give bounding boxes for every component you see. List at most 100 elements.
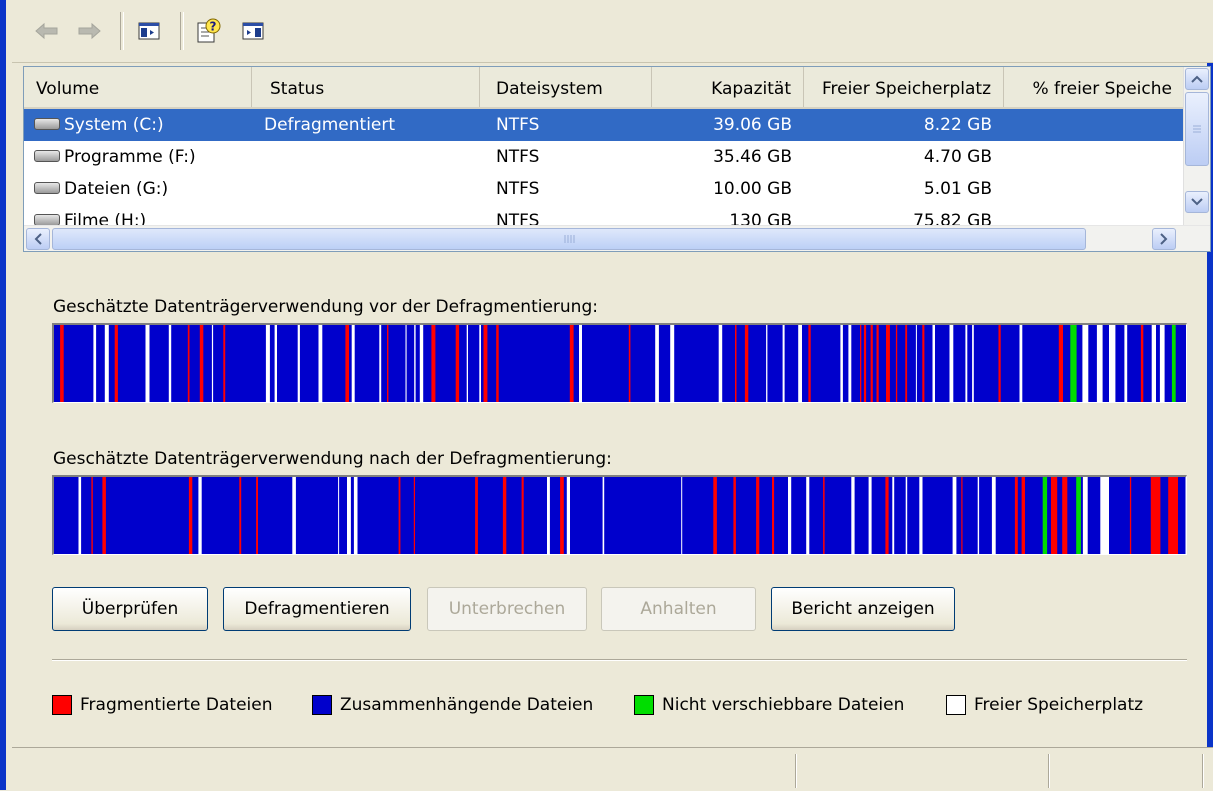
check-button[interactable]: Überprüfen: [52, 587, 208, 631]
volume-filesystem: NTFS: [496, 115, 540, 135]
free-space-stripe: [547, 477, 550, 554]
volume-row[interactable]: Dateien (G:) NTFS 10.00 GB 5.01 GB: [24, 173, 1184, 205]
free-space-stripe: [198, 477, 202, 554]
scroll-left-button[interactable]: [26, 228, 50, 250]
legend-contiguous: Zusammenhängende Dateien: [312, 693, 593, 717]
fragmented-stripe: [102, 477, 106, 554]
legend-unmovable: Nicht verschiebbare Dateien: [634, 693, 904, 717]
status-bar-divider: [1048, 754, 1050, 788]
defragment-button[interactable]: Defragmentieren: [223, 587, 411, 631]
fragmented-stripe: [628, 325, 631, 402]
fragmented-stripe: [187, 325, 190, 402]
fragmented-stripe: [713, 477, 717, 554]
free-space-stripe: [602, 477, 605, 554]
chevron-up-icon: [1191, 75, 1203, 83]
column-header-status[interactable]: Status: [252, 67, 480, 107]
unmovable-swatch: [634, 695, 654, 715]
free-space-stripe: [318, 325, 323, 402]
fragmented-stripe: [560, 477, 564, 554]
show-hide-action-pane-icon[interactable]: [238, 16, 268, 46]
svg-text:?: ?: [210, 20, 217, 34]
fragmented-stripe: [431, 325, 436, 402]
fragmented-stripe: [1150, 477, 1161, 554]
free-space-stripe: [965, 325, 968, 402]
free-space-stripe: [351, 325, 355, 402]
column-header-free-space[interactable]: Freier Speicherplatz: [804, 67, 1004, 107]
free-space-stripe: [972, 325, 974, 402]
show-report-button[interactable]: Bericht anzeigen: [771, 587, 955, 631]
fragmented-stripe: [863, 325, 867, 402]
volume-name-cell: Dateien (G:): [34, 173, 254, 205]
forward-arrow-icon[interactable]: [74, 16, 104, 46]
free-space-stripe: [297, 325, 300, 402]
free-space-stripe: [718, 325, 723, 402]
fragmented-stripe: [885, 477, 889, 554]
show-hide-console-tree-icon[interactable]: [134, 16, 164, 46]
fragmented-stripe: [60, 325, 64, 402]
status-bar: [12, 747, 1213, 791]
free-space-stripe: [211, 325, 214, 402]
fragmented-stripe: [1129, 477, 1132, 554]
volume-list[interactable]: Volume Status Dateisystem Kapazität Frei…: [23, 66, 1211, 252]
vertical-scroll-thumb[interactable]: [1185, 92, 1209, 166]
column-header-percent-free[interactable]: % freier Speiche: [1004, 67, 1184, 107]
fragmented-stripe: [483, 325, 488, 402]
fragmented-stripe: [735, 325, 737, 402]
free-space-stripe: [479, 325, 481, 402]
free-space-stripe: [905, 477, 908, 554]
fragmented-stripe: [876, 325, 879, 402]
column-header-capacity[interactable]: Kapazität: [652, 67, 804, 107]
fragmented-stripe: [1021, 477, 1025, 554]
interrupt-button[interactable]: Unterbrechen: [427, 587, 587, 631]
fragmented-stripe: [1058, 325, 1063, 402]
horizontal-scroll-thumb[interactable]: [52, 228, 1086, 250]
vertical-scrollbar[interactable]: [1183, 67, 1210, 225]
volume-row[interactable]: System (C:) Defragmentiert NTFS 39.06 GB…: [24, 109, 1184, 141]
column-header-filesystem[interactable]: Dateisystem: [480, 67, 652, 107]
fragmented-stripe: [744, 325, 749, 402]
pause-button[interactable]: Anhalten: [601, 587, 756, 631]
free-space-stripe: [991, 477, 996, 554]
free-space-stripe: [681, 477, 683, 554]
unmovable-stripe: [1042, 477, 1048, 554]
free-space-stripe: [840, 325, 843, 402]
free-space-stripe: [932, 325, 935, 402]
volume-free-space: 8.22 GB: [923, 115, 992, 135]
volume-name-cell: System (C:): [34, 109, 254, 141]
fragmented-stripe: [733, 477, 736, 554]
fragmented-stripe: [961, 477, 963, 554]
fragmented-stripe: [1014, 477, 1018, 554]
free-space-stripe: [1185, 477, 1186, 554]
fragmented-stripe: [188, 477, 193, 554]
free-space-stripe: [274, 325, 277, 402]
free-space-stripe: [1124, 325, 1128, 402]
free-space-stripe: [104, 325, 109, 402]
volume-row[interactable]: Programme (F:) NTFS 35.46 GB 4.70 GB: [24, 141, 1184, 173]
horizontal-scrollbar[interactable]: [24, 225, 1210, 251]
fragmented-stripe: [455, 325, 460, 402]
free-space-stripe: [806, 477, 810, 554]
fragmented-stripe: [91, 477, 93, 554]
fragmented-stripe: [256, 477, 258, 554]
help-icon[interactable]: ?: [192, 16, 226, 46]
free-space-stripe: [419, 325, 424, 402]
free-space-stripe: [892, 477, 895, 554]
grip-icon: [1193, 125, 1201, 133]
fragmented-stripe: [1168, 477, 1178, 554]
free-space-stripe: [1100, 477, 1109, 554]
legend-unmovable-label: Nicht verschiebbare Dateien: [662, 695, 905, 715]
scroll-up-button[interactable]: [1185, 68, 1209, 90]
free-space-stripe: [766, 325, 768, 402]
free-space-stripe: [353, 477, 358, 554]
free-space-stripe: [265, 325, 270, 402]
back-arrow-icon[interactable]: [32, 16, 62, 46]
column-header-volume[interactable]: Volume: [24, 67, 252, 107]
free-space-stripe: [1082, 477, 1088, 554]
scroll-down-button[interactable]: [1185, 191, 1209, 213]
fragmented-stripe: [895, 325, 898, 402]
after-defrag-label: Geschätzte Datenträgerverwendung nach de…: [53, 449, 612, 469]
scroll-right-button[interactable]: [1152, 228, 1176, 250]
free-swatch: [946, 695, 966, 715]
free-space-stripe: [1159, 325, 1165, 402]
volume-percent-free: [1004, 173, 1174, 205]
